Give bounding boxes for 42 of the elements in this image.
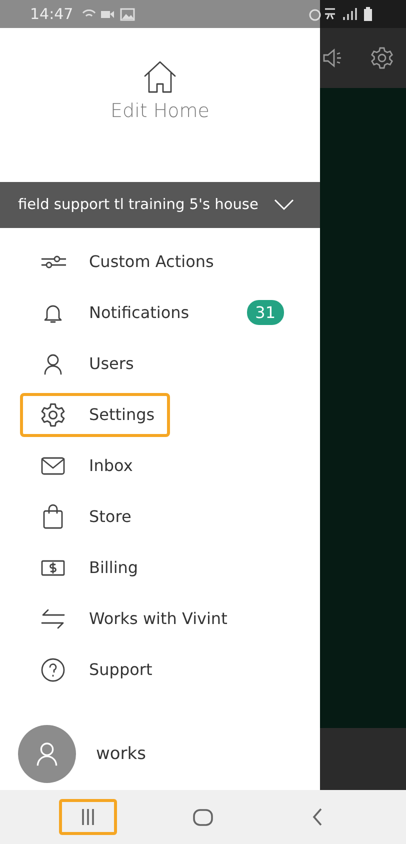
menu-item[interactable]: Settings bbox=[20, 392, 170, 436]
chevron-down-icon bbox=[274, 199, 294, 211]
swap-arrows-icon bbox=[40, 606, 66, 630]
home-name: field support tl training 5's house bbox=[18, 197, 258, 213]
dollar-bill-icon bbox=[40, 558, 66, 578]
count-badge: 31 bbox=[247, 300, 284, 325]
menu-label: Settings bbox=[89, 405, 155, 424]
network-icon bbox=[324, 8, 336, 20]
settings-icon bbox=[370, 46, 394, 70]
envelope-icon bbox=[40, 456, 66, 476]
edit-home-link[interactable]: Edit Home bbox=[110, 100, 210, 122]
speaker-icon bbox=[322, 47, 344, 69]
menu-label: Inbox bbox=[89, 456, 133, 475]
menu-label: Support bbox=[89, 660, 152, 679]
menu-item[interactable]: Notifications 31 bbox=[20, 291, 298, 334]
alarm-icon bbox=[309, 9, 321, 21]
menu-label: Works with Vivint bbox=[89, 609, 228, 628]
menu-label: Store bbox=[89, 507, 132, 526]
signal-icon bbox=[343, 7, 357, 21]
battery-icon bbox=[364, 7, 372, 21]
menu-label: Billing bbox=[89, 558, 138, 577]
image-icon bbox=[120, 8, 135, 21]
recents-button[interactable] bbox=[58, 799, 117, 835]
status-time: 14:47 bbox=[30, 5, 74, 23]
video-camera-icon bbox=[101, 11, 114, 18]
menu-label: Custom Actions bbox=[89, 252, 214, 271]
account-name: works bbox=[96, 744, 146, 764]
settings-icon bbox=[40, 402, 66, 428]
shopping-bag-icon bbox=[42, 504, 64, 530]
wifi-icon bbox=[82, 10, 96, 17]
menu-item[interactable]: Store bbox=[20, 494, 146, 538]
menu-item[interactable]: Custom Actions bbox=[20, 242, 229, 280]
help-icon bbox=[40, 656, 66, 682]
menu-item[interactable]: Inbox bbox=[20, 446, 148, 484]
home-icon bbox=[190, 807, 215, 827]
home-selector[interactable]: field support tl training 5's house bbox=[0, 182, 320, 228]
menu-label: Users bbox=[89, 354, 134, 373]
menu-label: Notifications bbox=[89, 303, 190, 322]
menu-item[interactable]: Billing bbox=[20, 548, 154, 586]
menu-item[interactable]: Users bbox=[20, 342, 149, 384]
menu-item[interactable]: Support bbox=[20, 648, 168, 692]
menu-item[interactable]: Works with Vivint bbox=[20, 598, 242, 640]
